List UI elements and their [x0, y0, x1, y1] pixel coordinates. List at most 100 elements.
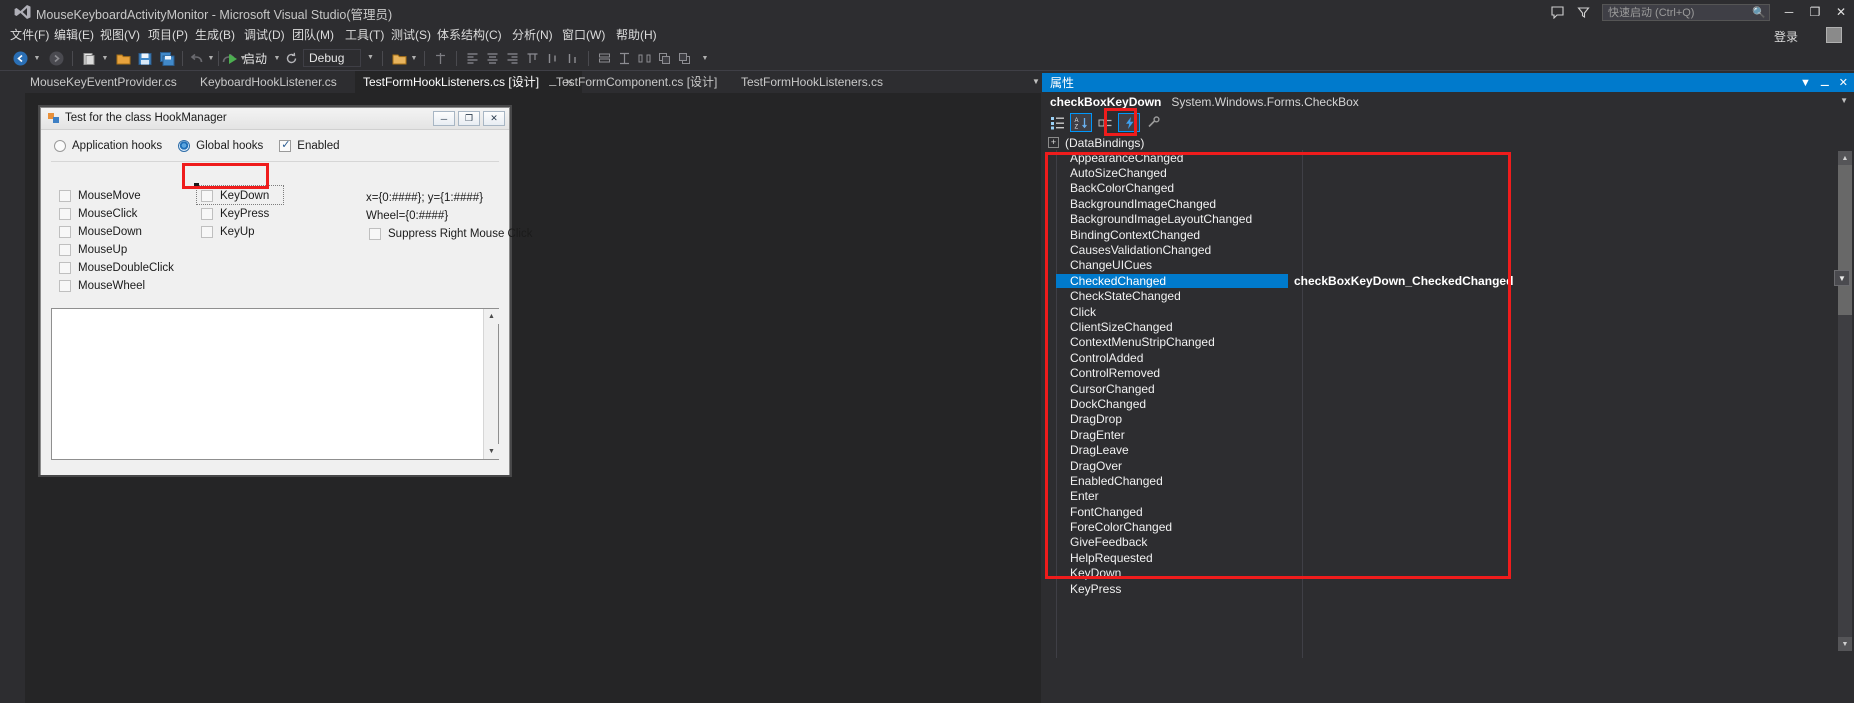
- tab-overflow-chevron-down-icon[interactable]: ▼: [1032, 77, 1040, 86]
- close-button[interactable]: ✕: [1828, 1, 1854, 23]
- databindings-row[interactable]: + (DataBindings): [1048, 135, 1144, 150]
- solution-configuration-select[interactable]: Debug: [303, 49, 361, 67]
- close-icon[interactable]: ✕: [1839, 76, 1848, 89]
- radio-application-hooks[interactable]: [54, 140, 66, 152]
- minimize-button[interactable]: ─: [1776, 1, 1802, 23]
- event-row[interactable]: KeyPress: [1056, 581, 1854, 596]
- properties-object-chevron-down-icon[interactable]: ▼: [1840, 96, 1848, 105]
- checkbox-keypress[interactable]: [201, 208, 213, 220]
- checkbox-mousedoubleclick[interactable]: [59, 262, 71, 274]
- make-same-height-icon[interactable]: [616, 49, 632, 68]
- folder-dropdown-icon[interactable]: ▼: [409, 49, 419, 68]
- checkbox-mouseclick-row[interactable]: MouseClick: [59, 208, 137, 220]
- checkbox-mouseup-row[interactable]: MouseUp: [59, 244, 127, 256]
- checkbox-mousewheel[interactable]: [59, 280, 71, 292]
- checkbox-keyup[interactable]: [201, 226, 213, 238]
- checkbox-suppress-right-mouse-click[interactable]: [369, 228, 381, 240]
- menu-item-file[interactable]: 文件(F): [10, 25, 49, 46]
- save-icon[interactable]: [136, 49, 154, 68]
- search-icon[interactable]: 🔍: [1752, 6, 1766, 19]
- menu-item-test[interactable]: 测试(S): [391, 25, 431, 46]
- align-bottoms-icon[interactable]: [564, 49, 580, 68]
- alphabetical-sort-icon[interactable]: AZ: [1070, 113, 1092, 132]
- menu-item-help[interactable]: 帮助(H): [616, 25, 657, 46]
- menu-item-edit[interactable]: 编辑(E): [54, 25, 94, 46]
- menu-item-project[interactable]: 项目(P): [148, 25, 188, 46]
- chevron-down-icon[interactable]: ▼: [1800, 77, 1811, 89]
- restart-icon[interactable]: [284, 49, 298, 68]
- event-value-chevron-down-icon[interactable]: ▼: [1834, 270, 1850, 286]
- expander-icon[interactable]: +: [1048, 137, 1059, 148]
- scroll-up-icon[interactable]: ▲: [484, 309, 499, 324]
- checkbox-enabled[interactable]: [279, 138, 292, 152]
- open-file-icon[interactable]: [114, 49, 132, 68]
- scroll-down-icon[interactable]: ▼: [484, 444, 499, 459]
- save-all-icon[interactable]: [158, 49, 176, 68]
- checkbox-mouseclick[interactable]: [59, 208, 71, 220]
- align-icon[interactable]: [432, 49, 448, 68]
- align-lefts-icon[interactable]: [464, 49, 480, 68]
- menu-item-build[interactable]: 生成(B): [195, 25, 235, 46]
- winform-maximize-button[interactable]: ❐: [458, 111, 480, 126]
- filter-icon[interactable]: [1570, 1, 1596, 23]
- make-same-width-icon[interactable]: [596, 49, 612, 68]
- align-rights-icon[interactable]: [504, 49, 520, 68]
- checkbox-mousewheel-row[interactable]: MouseWheel: [59, 280, 145, 292]
- align-middles-icon[interactable]: [544, 49, 560, 68]
- winform-close-button[interactable]: ✕: [483, 111, 505, 126]
- tab-keyboardhooklistener[interactable]: KeyboardHookListener.cs: [192, 71, 345, 93]
- horizontal-spacing-icon[interactable]: [636, 49, 652, 68]
- winform-preview[interactable]: Test for the class HookManager ─ ❐ ✕ App…: [40, 107, 532, 475]
- solution-configuration-chevron-down-icon[interactable]: ▼: [367, 54, 374, 61]
- radio-global-hooks[interactable]: [178, 140, 191, 152]
- menu-item-team[interactable]: 团队(M): [292, 25, 334, 46]
- properties-scrollbar[interactable]: ▲ ▼: [1838, 151, 1852, 651]
- tab-testformhooklisteners[interactable]: TestFormHookListeners.cs: [733, 71, 891, 93]
- scroll-up-icon[interactable]: ▲: [1838, 151, 1852, 165]
- folder-icon[interactable]: [390, 49, 408, 68]
- menu-item-debug[interactable]: 调试(D): [244, 25, 285, 46]
- navigate-back-dropdown-icon[interactable]: ▼: [32, 49, 42, 68]
- checkbox-mousedoubleclick-row[interactable]: MouseDoubleClick: [59, 262, 174, 274]
- checkbox-mousemove-row[interactable]: MouseMove: [59, 190, 141, 202]
- scroll-down-icon[interactable]: ▼: [1838, 637, 1852, 651]
- checkbox-mousedown[interactable]: [59, 226, 71, 238]
- undo-dropdown-icon[interactable]: ▼: [206, 49, 216, 68]
- start-debug-play-icon[interactable]: [226, 49, 240, 68]
- winform-minimize-button[interactable]: ─: [433, 111, 455, 126]
- undo-icon[interactable]: [189, 49, 205, 68]
- quick-launch-input[interactable]: 快速启动 (Ctrl+Q) 🔍: [1602, 3, 1770, 21]
- checkbox-mousemove[interactable]: [59, 190, 71, 202]
- sign-in-button[interactable]: 登录: [1774, 28, 1798, 45]
- navigate-back-icon[interactable]: [10, 49, 30, 68]
- checkbox-mousedown-row[interactable]: MouseDown: [59, 226, 142, 238]
- scrollbar-thumb[interactable]: [1838, 165, 1852, 315]
- feedback-icon[interactable]: [1544, 1, 1570, 23]
- pin-icon[interactable]: ⚊: [1820, 76, 1830, 89]
- restore-button[interactable]: ❐: [1802, 1, 1828, 23]
- new-project-icon[interactable]: [80, 49, 98, 68]
- tab-testformcomponent-design[interactable]: TestFormComponent.cs [设计]: [548, 71, 725, 93]
- menu-item-window[interactable]: 窗口(W): [562, 25, 605, 46]
- menu-item-tools[interactable]: 工具(T): [345, 25, 384, 46]
- toolbar-overflow-icon[interactable]: ▼: [700, 49, 710, 68]
- log-textbox-scrollbar[interactable]: ▲ ▼: [483, 309, 499, 459]
- align-tops-icon[interactable]: [524, 49, 540, 68]
- tab-mousekeyeventprovider[interactable]: MouseKeyEventProvider.cs: [22, 71, 185, 93]
- checkbox-keypress-row[interactable]: KeyPress: [201, 208, 269, 220]
- checkbox-mouseup[interactable]: [59, 244, 71, 256]
- account-icon[interactable]: [1826, 27, 1842, 43]
- menu-item-analyze[interactable]: 分析(N): [512, 25, 553, 46]
- property-pages-icon[interactable]: [1142, 113, 1164, 132]
- checkbox-keyup-row[interactable]: KeyUp: [201, 226, 255, 238]
- menu-item-view[interactable]: 视图(V): [100, 25, 140, 46]
- navigate-forward-icon[interactable]: [46, 49, 66, 68]
- send-to-back-icon[interactable]: [676, 49, 692, 68]
- start-dropdown-icon[interactable]: ▼: [272, 49, 282, 68]
- align-centers-icon[interactable]: [484, 49, 500, 68]
- checkbox-suppress-right-mouse-click-row[interactable]: Suppress Right Mouse Click: [369, 228, 532, 240]
- log-textbox[interactable]: ▲ ▼: [51, 308, 499, 460]
- new-project-dropdown-icon[interactable]: ▼: [100, 49, 110, 68]
- start-debug-label[interactable]: 启动: [243, 50, 267, 67]
- bring-to-front-icon[interactable]: [656, 49, 672, 68]
